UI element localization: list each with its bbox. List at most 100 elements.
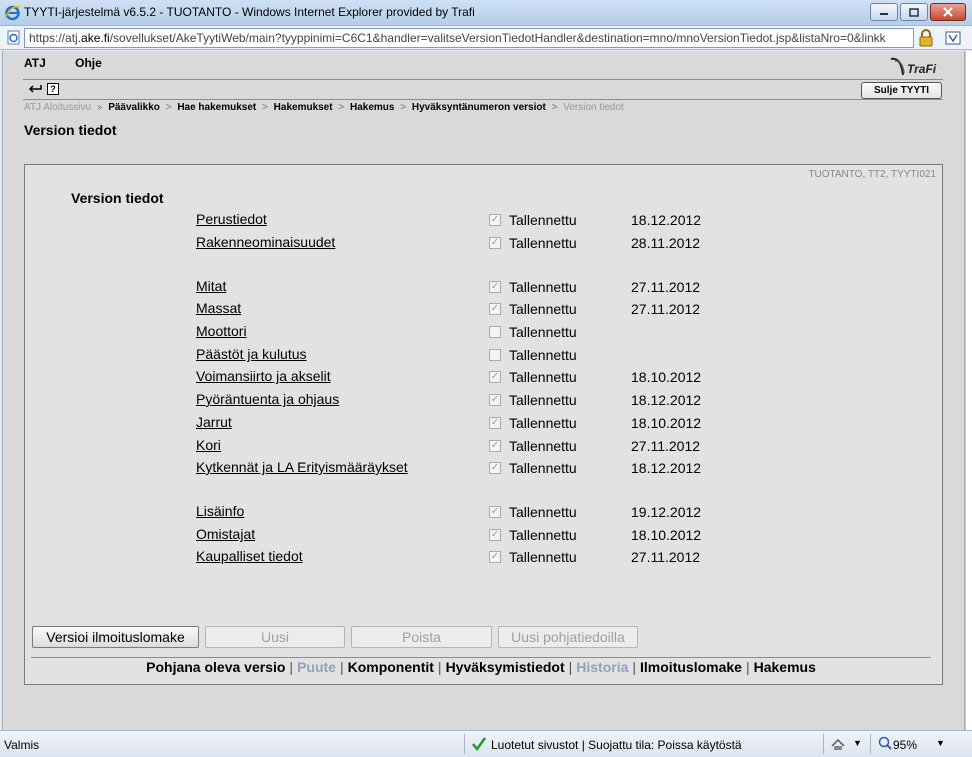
section-link-perustiedot[interactable]: Perustiedot: [196, 211, 267, 227]
chevron-down-icon[interactable]: ▼: [936, 738, 945, 748]
minimize-button[interactable]: [870, 3, 898, 21]
saved-date: 19.12.2012: [631, 504, 702, 520]
zoom-level[interactable]: 95%: [893, 738, 917, 752]
nav-puute: Puute: [297, 659, 336, 675]
status-text: Tallennettu: [509, 347, 577, 363]
popup-blocker-icon[interactable]: [830, 736, 846, 752]
breadcrumb-separator: >: [551, 102, 558, 113]
status-text: Tallennettu: [509, 438, 577, 454]
list-item: Perustiedot ✓ Tallennettu 18.12.2012: [25, 210, 925, 230]
vertical-scrollbar[interactable]: [965, 51, 972, 730]
section-link-kytkennat[interactable]: Kytkennät ja LA Erityismääräykset: [196, 459, 408, 475]
svg-text:TraFi: TraFi: [907, 62, 937, 76]
nav-hakemus[interactable]: Hakemus: [754, 659, 816, 675]
section-link-kaupalliset[interactable]: Kaupalliset tiedot: [196, 548, 303, 564]
breadcrumb-separator: >: [262, 102, 268, 113]
section-link-lisainfo[interactable]: Lisäinfo: [196, 503, 244, 519]
saved-date: 28.11.2012: [631, 235, 701, 251]
saved-date: 18.12.2012: [631, 212, 702, 228]
versioi-ilmoituslomake-button[interactable]: Versioi ilmoituslomake: [32, 626, 199, 648]
footer-divider: [31, 657, 931, 658]
list-item: Kytkennät ja LA Erityismääräykset ✓ Tall…: [25, 458, 925, 478]
section-link-moottori[interactable]: Moottori: [196, 323, 247, 339]
nav-separator: |: [289, 659, 294, 675]
status-text: Tallennettu: [509, 212, 577, 228]
section-link-rakenneominaisuudet[interactable]: Rakenneominaisuudet: [196, 234, 335, 250]
section-link-kori[interactable]: Kori: [196, 437, 221, 453]
footer-nav: Pohjana oleva versio | Puute | Komponentit | H…: [25, 659, 937, 675]
breadcrumb-item[interactable]: Hakemukset: [274, 102, 333, 113]
close-tyyti-button[interactable]: Sulje TYYTI: [861, 82, 942, 99]
back-arrow-icon[interactable]: [27, 83, 43, 95]
menu-item-atj[interactable]: ATJ: [24, 56, 46, 70]
page-content: ATJ Ohje TraFi ? Sulje TYYTI ATJ Aloitus…: [2, 51, 965, 730]
lock-icon[interactable]: [918, 29, 934, 47]
status-text: Tallennettu: [509, 504, 577, 520]
saved-date: 18.10.2012: [631, 369, 702, 385]
breadcrumb-home[interactable]: ATJ Aloitussivu: [24, 102, 91, 113]
section-link-paastot[interactable]: Päästöt ja kulutus: [196, 346, 307, 362]
status-text: Tallennettu: [509, 549, 577, 565]
nav-ilmoituslomake[interactable]: Ilmoituslomake: [640, 659, 742, 675]
help-icon[interactable]: ?: [47, 83, 59, 95]
page-icon: [7, 30, 20, 45]
saved-checkbox: ✓: [489, 371, 501, 383]
saved-date: 27.11.2012: [631, 549, 701, 565]
list-item: Kaupalliset tiedot ✓ Tallennettu 27.11.2…: [25, 547, 925, 567]
list-item: Rakenneominaisuudet ✓ Tallennettu 28.11.…: [25, 233, 925, 253]
breadcrumb-item[interactable]: Päävalikko: [108, 102, 160, 113]
chevron-down-icon[interactable]: ▼: [853, 738, 862, 748]
window-title: TYYTI-järjestelmä v6.5.2 - TUOTANTO - Wi…: [24, 5, 475, 19]
breadcrumb-item[interactable]: Hyväksyntänumeron versiot: [412, 102, 546, 113]
uusi-button: Uusi: [205, 626, 345, 648]
nav-komponentit[interactable]: Komponentit: [348, 659, 434, 675]
breadcrumb-item[interactable]: Hae hakemukset: [177, 102, 256, 113]
section-link-mitat[interactable]: Mitat: [196, 278, 226, 294]
saved-checkbox: ✓: [489, 214, 501, 226]
breadcrumb: ATJ Aloitussivu » Päävalikko > Hae hakem…: [24, 102, 624, 113]
saved-checkbox: ✓: [489, 417, 501, 429]
maximize-button[interactable]: [900, 3, 928, 21]
status-text: Tallennettu: [509, 235, 577, 251]
breadcrumb-current: Version tiedot: [563, 102, 624, 113]
uusi-pohjatiedoilla-button: Uusi pohjatiedoilla: [498, 626, 638, 648]
status-text: Tallennettu: [509, 369, 577, 385]
saved-checkbox: ✓: [489, 394, 501, 406]
security-zone-text: Luotetut sivustot | Suojattu tila: Poiss…: [491, 738, 742, 752]
saved-checkbox: ✓: [489, 303, 501, 315]
section-link-jarrut[interactable]: Jarrut: [196, 414, 232, 430]
status-text: Tallennettu: [509, 392, 577, 408]
section-link-pyorantuenta[interactable]: Pyöräntuenta ja ohjaus: [196, 391, 339, 407]
version-info-panel: TUOTANTO, TT2, TYYTI021 Version tiedot P…: [24, 164, 943, 685]
nav-separator: |: [632, 659, 637, 675]
saved-checkbox: ✓: [489, 462, 501, 474]
nav-pohjana-oleva-versio[interactable]: Pohjana oleva versio: [146, 659, 285, 675]
action-buttons: Versioi ilmoituslomake Uusi Poista Uusi …: [32, 626, 644, 648]
saved-checkbox: [489, 349, 501, 361]
page-title: Version tiedot: [24, 122, 117, 138]
url-path: /sovellukset/AkeTyytiWeb/main?tyyppinimi…: [109, 31, 886, 45]
saved-date: 27.11.2012: [631, 279, 701, 295]
breadcrumb-item[interactable]: Hakemus: [350, 102, 394, 113]
top-menu: ATJ Ohje: [24, 56, 128, 70]
url-field[interactable]: https://atj.ake.fi/sovellukset/AkeTyytiW…: [24, 28, 914, 48]
section-link-massat[interactable]: Massat: [196, 300, 241, 316]
list-item: Lisäinfo ✓ Tallennettu 19.12.2012: [25, 502, 925, 522]
nav-hyvaksymistiedot[interactable]: Hyväksymistiedot: [446, 659, 565, 675]
compatibility-view-icon[interactable]: [944, 29, 962, 47]
url-domain: ake.fi: [81, 31, 110, 45]
list-item: Mitat ✓ Tallennettu 27.11.2012: [25, 277, 925, 297]
menu-item-ohje[interactable]: Ohje: [75, 56, 102, 70]
close-window-button[interactable]: [930, 3, 966, 21]
section-link-voimansiirto[interactable]: Voimansiirto ja akselit: [196, 368, 331, 384]
section-title: Version tiedot: [71, 190, 164, 206]
section-link-omistajat[interactable]: Omistajat: [196, 526, 255, 542]
window-title-bar: TYYTI-järjestelmä v6.5.2 - TUOTANTO - Wi…: [0, 0, 972, 26]
poista-button: Poista: [351, 626, 492, 648]
saved-date: 18.12.2012: [631, 460, 702, 476]
zoom-icon[interactable]: [878, 736, 892, 750]
toolbar: ?: [27, 82, 59, 96]
list-item: Pyöräntuenta ja ohjaus ✓ Tallennettu 18.…: [25, 390, 925, 410]
nav-historia: Historia: [576, 659, 629, 675]
status-text-left: Valmis: [4, 738, 40, 752]
